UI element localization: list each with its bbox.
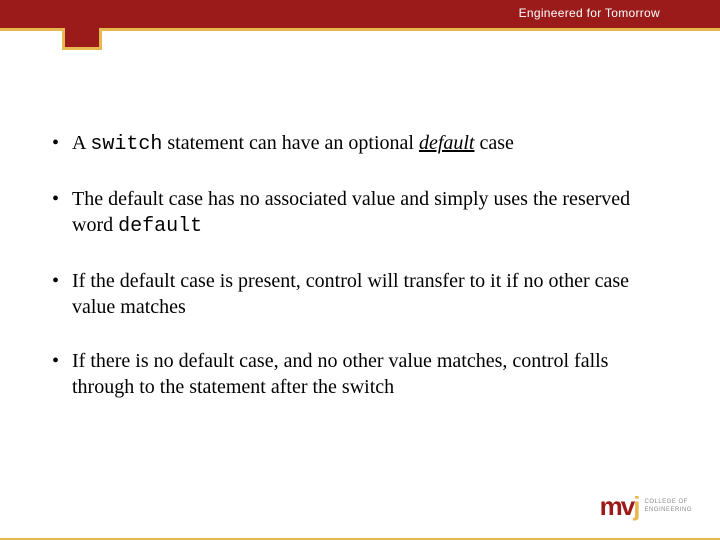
list-item: The default case has no associated value… [48,186,672,240]
header-tagline: Engineered for Tomorrow [519,6,660,20]
logo-letter-j: j [633,491,638,521]
logo-text-line: COLLEGE OF [644,499,692,506]
bullet-text: statement can have an optional [162,132,419,154]
logo-letter-m: m [600,491,621,521]
header-bar: Engineered for Tomorrow [0,0,720,28]
code-text: switch [90,133,162,156]
header-notch [62,28,102,50]
logo-mark: mvj [600,491,639,522]
footer-logo: mvj COLLEGE OF ENGINEERING [600,491,692,522]
emphasis-text: default [419,132,475,154]
logo-subtext: COLLEGE OF ENGINEERING [644,499,692,513]
list-item: A switch statement can have an optional … [48,130,672,158]
slide-content: A switch statement can have an optional … [48,130,672,428]
bullet-text: If the default case is present, control … [72,270,629,318]
bullet-text: A [72,132,90,154]
bullet-text: If there is no default case, and no othe… [72,350,608,398]
list-item: If the default case is present, control … [48,268,672,320]
logo-text-line: ENGINEERING [644,507,692,514]
accent-line [0,28,720,31]
bullet-list: A switch statement can have an optional … [48,130,672,400]
code-text: default [118,215,202,238]
list-item: If there is no default case, and no othe… [48,348,672,400]
bullet-text: case [474,132,513,154]
logo-letter-v: v [621,491,633,521]
